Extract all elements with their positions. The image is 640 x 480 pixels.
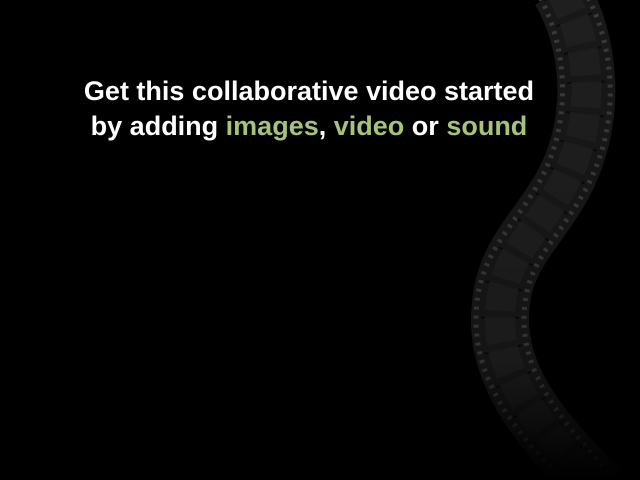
- message-line-2: by adding images, video or sound: [20, 109, 598, 144]
- add-images-link[interactable]: images: [226, 111, 319, 141]
- message-line-1: Get this collaborative video started: [83, 76, 535, 106]
- space-separator: [326, 111, 334, 141]
- or-word: or: [404, 111, 447, 141]
- video-start-panel: Get this collaborative video started by …: [0, 0, 640, 480]
- film-strip-icon: [470, 0, 621, 480]
- empty-state-message: Get this collaborative video started by …: [20, 74, 598, 144]
- add-video-link[interactable]: video: [334, 111, 405, 141]
- add-sound-link[interactable]: sound: [446, 111, 527, 141]
- message-prefix: by adding: [90, 111, 226, 141]
